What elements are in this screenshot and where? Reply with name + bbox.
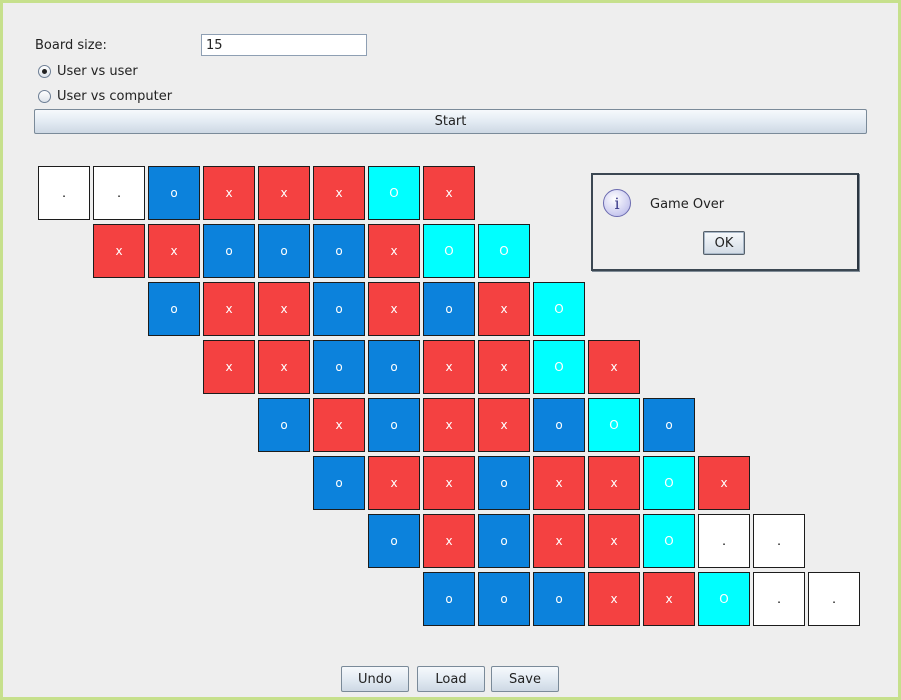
board-cell[interactable]: O xyxy=(643,456,695,510)
ok-button[interactable]: OK xyxy=(703,231,745,255)
board-cell[interactable]: o xyxy=(533,572,585,626)
board-size-input[interactable] xyxy=(201,34,367,56)
board-cell[interactable]: O xyxy=(478,224,530,278)
save-button[interactable]: Save xyxy=(491,666,559,692)
board-cell[interactable]: x xyxy=(698,456,750,510)
board-cell[interactable]: o xyxy=(313,282,365,336)
board-cell[interactable]: o xyxy=(478,572,530,626)
board-cell[interactable]: O xyxy=(643,514,695,568)
board-cell[interactable]: o xyxy=(313,224,365,278)
start-button[interactable]: Start xyxy=(34,109,867,134)
board-cell[interactable]: x xyxy=(313,398,365,452)
board-cell[interactable]: . xyxy=(753,514,805,568)
board-cell[interactable]: x xyxy=(478,340,530,394)
board-cell[interactable]: O xyxy=(588,398,640,452)
board-cell[interactable]: x xyxy=(203,166,255,220)
board-cell[interactable]: x xyxy=(258,340,310,394)
board-cell[interactable]: o xyxy=(533,398,585,452)
board-cell[interactable]: x xyxy=(643,572,695,626)
radio-button-user-vs-computer[interactable] xyxy=(38,90,51,103)
board-cell[interactable]: O xyxy=(423,224,475,278)
board-cell[interactable]: o xyxy=(313,456,365,510)
board-cell[interactable]: o xyxy=(423,572,475,626)
board-cell[interactable]: x xyxy=(478,398,530,452)
board-cell[interactable]: x xyxy=(423,340,475,394)
board-cell[interactable]: x xyxy=(423,398,475,452)
board-cell[interactable]: O xyxy=(533,340,585,394)
board-cell[interactable]: x xyxy=(423,166,475,220)
mode-label-user-vs-computer: User vs computer xyxy=(57,89,173,104)
board-cell[interactable]: o xyxy=(258,224,310,278)
board-cell[interactable]: o xyxy=(368,398,420,452)
game-window: Board size: User vs user User vs compute… xyxy=(3,3,898,697)
board-cell[interactable]: O xyxy=(698,572,750,626)
board-cell[interactable]: x xyxy=(588,514,640,568)
board-cell[interactable]: . xyxy=(698,514,750,568)
board-cell[interactable]: o xyxy=(313,340,365,394)
board-cell[interactable]: . xyxy=(753,572,805,626)
board-cell[interactable]: x xyxy=(368,282,420,336)
board-cell[interactable]: o xyxy=(148,166,200,220)
board-cell[interactable]: o xyxy=(258,398,310,452)
board-cell[interactable]: x xyxy=(478,282,530,336)
board-cell[interactable]: x xyxy=(533,514,585,568)
board-cell[interactable]: o xyxy=(368,340,420,394)
board-cell[interactable]: x xyxy=(368,456,420,510)
board-cell[interactable]: x xyxy=(423,514,475,568)
board-cell[interactable]: o xyxy=(478,456,530,510)
board-cell[interactable]: x xyxy=(588,456,640,510)
board-cell[interactable]: x xyxy=(148,224,200,278)
radio-button-user-vs-user[interactable] xyxy=(38,65,51,78)
board-cell[interactable]: O xyxy=(533,282,585,336)
board-cell[interactable]: x xyxy=(588,340,640,394)
board-cell[interactable]: x xyxy=(258,282,310,336)
board-cell[interactable]: x xyxy=(368,224,420,278)
board-cell[interactable]: . xyxy=(808,572,860,626)
board-cell[interactable]: x xyxy=(93,224,145,278)
board-cell[interactable]: o xyxy=(643,398,695,452)
board-cell[interactable]: o xyxy=(478,514,530,568)
board-cell[interactable]: . xyxy=(93,166,145,220)
game-over-dialog: i Game Over OK xyxy=(591,173,859,271)
mode-user-vs-computer[interactable]: User vs computer xyxy=(38,89,172,104)
board-cell[interactable]: x xyxy=(203,340,255,394)
board-cell[interactable]: o xyxy=(368,514,420,568)
board-cell[interactable]: O xyxy=(368,166,420,220)
board-cell[interactable]: x xyxy=(258,166,310,220)
board-cell[interactable]: x xyxy=(423,456,475,510)
board-size-label: Board size: xyxy=(35,38,107,53)
load-button[interactable]: Load xyxy=(417,666,485,692)
mode-label-user-vs-user: User vs user xyxy=(57,64,138,79)
board-cell[interactable]: x xyxy=(588,572,640,626)
board-cell[interactable]: o xyxy=(203,224,255,278)
board-cell[interactable]: o xyxy=(423,282,475,336)
undo-button[interactable]: Undo xyxy=(341,666,409,692)
dialog-message: Game Over xyxy=(650,197,725,212)
info-icon: i xyxy=(603,189,631,217)
board-cell[interactable]: o xyxy=(148,282,200,336)
board-cell[interactable]: . xyxy=(38,166,90,220)
mode-user-vs-user[interactable]: User vs user xyxy=(38,64,138,79)
board-cell[interactable]: x xyxy=(203,282,255,336)
board-cell[interactable]: x xyxy=(313,166,365,220)
board-cell[interactable]: x xyxy=(533,456,585,510)
